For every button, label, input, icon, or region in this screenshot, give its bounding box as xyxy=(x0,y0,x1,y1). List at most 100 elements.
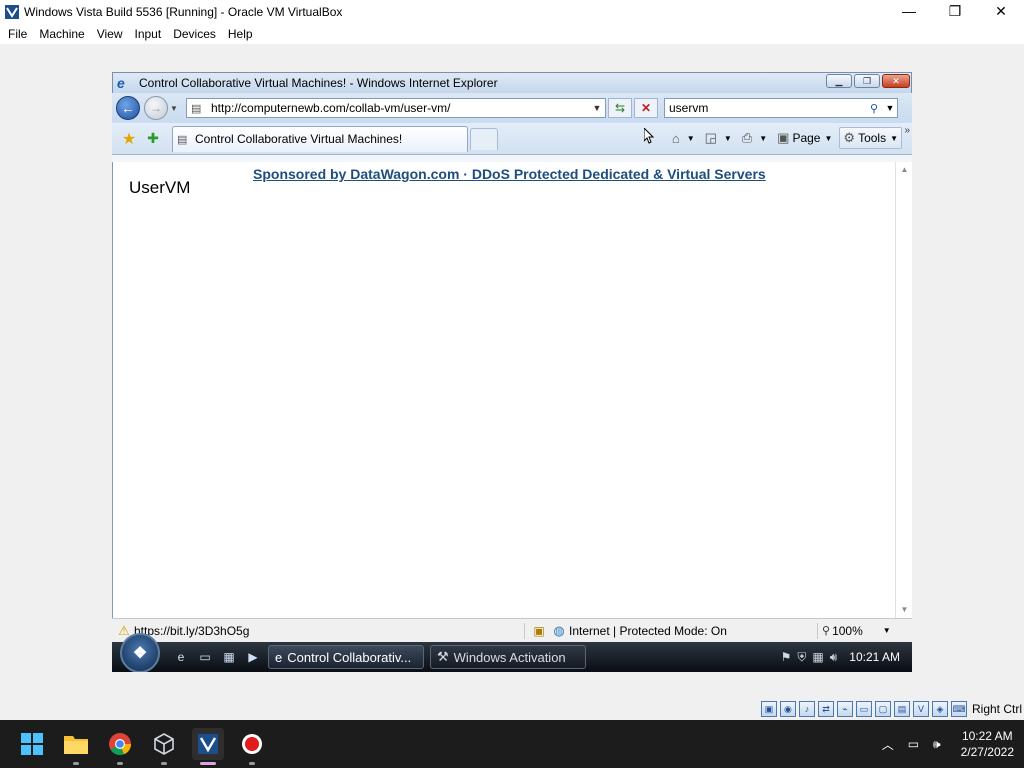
page-menu-button[interactable]: ▣ Page ▼ xyxy=(774,127,835,149)
chevron-down-icon: ▼ xyxy=(890,133,898,143)
volume-icon[interactable]: 🔊︎ xyxy=(830,650,838,665)
chrome-icon xyxy=(109,733,132,756)
ie-logo-icon: e xyxy=(117,75,125,91)
tools-icon: ⚒ xyxy=(437,649,449,664)
scroll-up-icon[interactable]: ▲ xyxy=(896,162,912,178)
minimize-button[interactable]: — xyxy=(886,0,932,22)
ie-quicklaunch-icon[interactable]: e xyxy=(172,648,190,666)
search-options-dropdown-icon[interactable]: ▼ xyxy=(883,103,897,113)
sponsor-link[interactable]: Sponsored by DataWagon.com · DDoS Protec… xyxy=(253,166,766,182)
favorites-center-icon[interactable]: ★ xyxy=(118,129,140,149)
add-favorites-icon[interactable]: ✚ xyxy=(140,130,166,147)
window-title: Windows Vista Build 5536 [Running] - Ora… xyxy=(24,4,343,19)
command-bar: ⌂ ▼ ◲ ▼ ⎙ ▼ ▣ Page ▼ ⚙ Tools ▼ xyxy=(669,127,902,149)
running-indicator xyxy=(200,762,216,765)
tab-active[interactable]: ▤ Control Collaborative Virtual Machines… xyxy=(172,125,468,152)
start-orb[interactable]: ❖ xyxy=(120,633,160,672)
taskbar-button-activation[interactable]: ⚒ Windows Activation xyxy=(430,645,586,669)
menu-view[interactable]: View xyxy=(91,27,129,41)
hard-disk-icon[interactable]: ▣ xyxy=(760,701,777,717)
network-icon[interactable]: ▭ xyxy=(908,737,919,751)
taskbar-button-label: Windows Activation xyxy=(453,649,566,665)
display-icon[interactable]: ▢ xyxy=(874,701,891,717)
network-adapter-icon[interactable]: ⇄ xyxy=(817,701,834,717)
usb-icon[interactable]: ⌁ xyxy=(836,701,853,717)
ie-maximize-button[interactable]: ❐ xyxy=(854,74,880,88)
address-dropdown-icon[interactable]: ▼ xyxy=(589,103,605,113)
host-clock-time: 10:22 AM xyxy=(961,729,1013,743)
address-input[interactable] xyxy=(211,101,589,115)
ie-titlebar: e Control Collaborative Virtual Machines… xyxy=(112,72,912,93)
zoom-icon[interactable]: ⚲ xyxy=(822,624,830,637)
windows-flag-icon[interactable]: ⚑ xyxy=(781,650,792,664)
more-commands-icon[interactable]: » xyxy=(904,125,910,136)
status-url: https://bit.ly/3D3hO5g xyxy=(134,623,250,638)
search-input[interactable] xyxy=(665,101,865,115)
menu-input[interactable]: Input xyxy=(129,27,168,41)
menu-devices[interactable]: Devices xyxy=(167,27,222,41)
back-button[interactable]: ← xyxy=(116,96,140,120)
zoom-level[interactable]: 100% xyxy=(832,624,863,638)
security-shield-icon[interactable]: ⛨ xyxy=(797,650,806,665)
file-explorer-button[interactable] xyxy=(60,728,92,765)
recorder-button[interactable] xyxy=(236,728,268,765)
stop-button[interactable]: ✕ xyxy=(634,98,658,118)
mouse-integration-icon[interactable]: ◈ xyxy=(931,701,948,717)
recent-pages-dropdown[interactable]: ▼ xyxy=(170,104,180,113)
ie-tab-row: ★ ✚ ▤ Control Collaborative Virtual Mach… xyxy=(112,123,912,155)
security-report-icon[interactable]: ▣ xyxy=(529,624,549,638)
menu-help[interactable]: Help xyxy=(222,27,259,41)
vista-clock[interactable]: 10:21 AM xyxy=(849,650,900,664)
ie-logo-icon: e xyxy=(275,649,283,665)
ie-window: e Control Collaborative Virtual Machines… xyxy=(112,72,912,642)
forward-button[interactable]: → xyxy=(144,96,168,120)
video-capture-icon[interactable]: ▤ xyxy=(893,701,910,717)
feeds-button[interactable]: ◲ ▼ xyxy=(702,127,735,149)
keyboard-icon[interactable]: ⌨ xyxy=(950,701,967,717)
gear-icon: ⚙ xyxy=(843,130,856,145)
optical-drive-icon[interactable]: ◉ xyxy=(779,701,796,717)
address-bar[interactable]: ▤ ▼ xyxy=(186,98,606,118)
taskbar-button-ie[interactable]: e Control Collaborativ... xyxy=(268,645,424,669)
host-clock[interactable]: 10:22 AM 2/27/2022 xyxy=(961,728,1014,760)
tools-menu-button[interactable]: ⚙ Tools ▼ xyxy=(839,127,902,149)
vista-system-tray: ⚑ ⛨ ▦ 🔊︎ 10:21 AM xyxy=(781,642,912,672)
ie-close-button[interactable]: ✕ xyxy=(882,74,910,88)
chrome-button[interactable] xyxy=(104,728,136,765)
network-icon[interactable]: ▦ xyxy=(812,650,823,664)
vertical-scrollbar[interactable]: ▲ ▼ xyxy=(895,162,912,618)
zoom-dropdown-icon[interactable]: ▼ xyxy=(883,626,891,635)
search-box[interactable]: ⚲ ▼ xyxy=(664,98,898,118)
shared-folders-icon[interactable]: ▭ xyxy=(855,701,872,717)
switch-windows-icon[interactable]: ▦ xyxy=(220,648,238,666)
close-button[interactable]: ✕ xyxy=(978,0,1024,22)
page-menu-icon: ▣ xyxy=(777,130,790,145)
media-player-icon[interactable]: ▶ xyxy=(244,648,262,666)
refresh-button[interactable]: ⇆ xyxy=(608,98,632,118)
cpu-icon[interactable]: V xyxy=(912,701,929,717)
volume-icon[interactable]: 🕪︎ xyxy=(933,737,941,752)
menu-file[interactable]: File xyxy=(2,27,33,41)
scroll-down-icon[interactable]: ▼ xyxy=(896,602,912,618)
tools-menu-label: Tools xyxy=(858,131,887,145)
guest-screen[interactable]: e Control Collaborative Virtual Machines… xyxy=(112,72,912,672)
virtualbox-taskbar-button[interactable] xyxy=(192,728,224,765)
running-indicator xyxy=(249,762,255,765)
vista-taskbar: ❖ e ▭ ▦ ▶ e Control Collaborativ... ⚒ Wi… xyxy=(112,633,912,672)
menu-machine[interactable]: Machine xyxy=(33,27,90,41)
cube-icon xyxy=(154,733,174,755)
show-desktop-icon[interactable]: ▭ xyxy=(196,648,214,666)
audio-icon[interactable]: ♪ xyxy=(798,701,815,717)
host-taskbar: ︿ ▭ 🕪︎ 10:22 AM 2/27/2022 xyxy=(0,720,1024,768)
record-icon xyxy=(242,734,262,754)
print-button[interactable]: ⎙ ▼ xyxy=(739,127,770,149)
page-heading: UserVM xyxy=(129,178,191,197)
maximize-button[interactable]: ❐ xyxy=(932,0,978,22)
ie-minimize-button[interactable]: ▁ xyxy=(826,74,852,88)
3d-viewer-button[interactable] xyxy=(148,728,180,765)
start-button[interactable] xyxy=(16,728,48,760)
home-button[interactable]: ⌂ ▼ xyxy=(669,127,698,149)
new-tab-button[interactable] xyxy=(470,127,498,150)
search-icon[interactable]: ⚲ xyxy=(865,102,883,115)
chevron-up-icon[interactable]: ︿ xyxy=(882,736,894,753)
